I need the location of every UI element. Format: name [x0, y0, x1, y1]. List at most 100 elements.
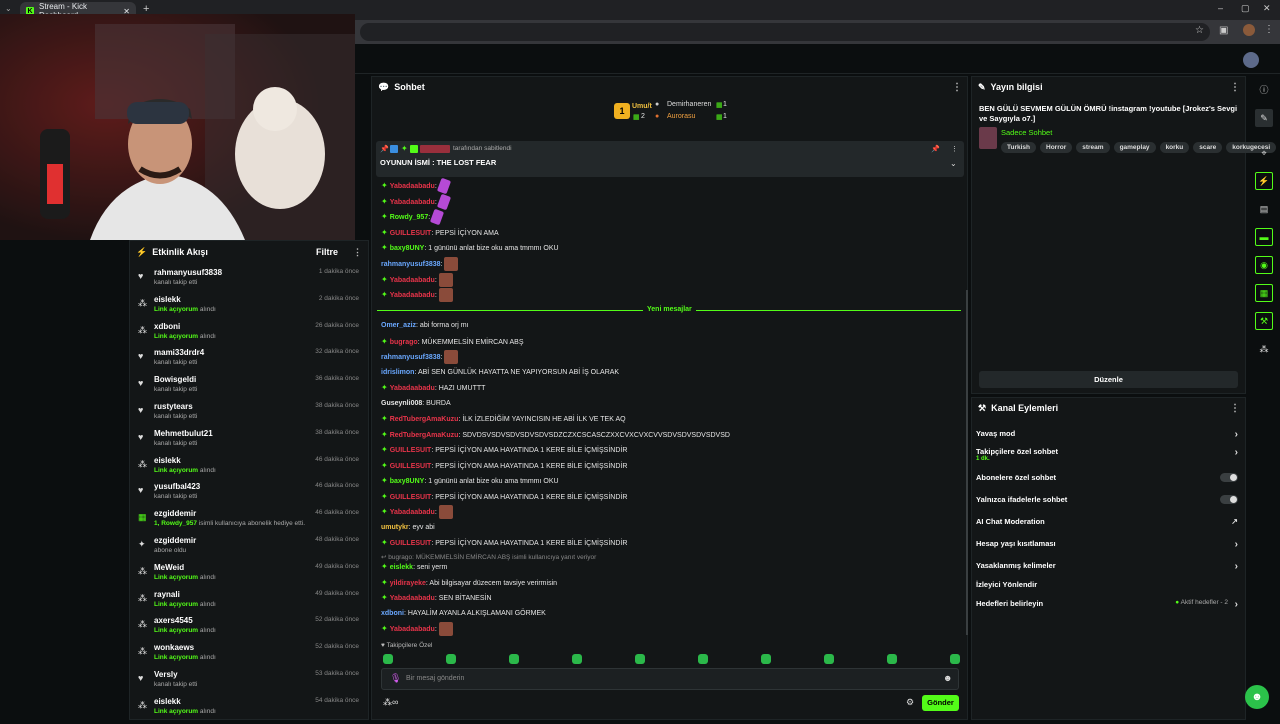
- followers-chat-row[interactable]: Takipçilere özel sohbet 1 dk. ›: [976, 447, 1242, 462]
- target-icon[interactable]: ⌖: [1257, 146, 1271, 160]
- chat-message[interactable]: ✦ Yabadaabadu:: [381, 177, 451, 195]
- activity-item[interactable]: ⁂ raynali Link açıyorum alındı 49 dakika ön…: [138, 590, 363, 617]
- activity-item[interactable]: ♥ mami33drdr4 kanalı takip etti 32 dakika …: [138, 348, 363, 375]
- activity-username[interactable]: Versly: [154, 670, 178, 679]
- activity-item[interactable]: ✦ ezgiddemir abone oldu 48 dakika önce: [138, 536, 363, 563]
- activity-username[interactable]: axers4545: [154, 616, 193, 625]
- activity-item[interactable]: ♥ Bowisgeldi kanalı takip etti 36 dakika ö…: [138, 375, 363, 402]
- activity-username[interactable]: mami33drdr4: [154, 348, 204, 357]
- activity-item[interactable]: ⁂ MeWeid Link açıyorum alındı 49 dakika önc…: [138, 563, 363, 590]
- chat-username[interactable]: RedTubergAmaKuzu: [390, 416, 459, 423]
- activity-username[interactable]: rahmanyusuf3838: [154, 268, 222, 277]
- edit-button[interactable]: Düzenle: [979, 371, 1238, 388]
- chat-username[interactable]: Yabadaabadu: [390, 277, 435, 284]
- emote-icon[interactable]: [383, 654, 393, 664]
- category-name[interactable]: Sadece Sohbet: [1001, 128, 1052, 137]
- stream-tag[interactable]: scare: [1193, 142, 1223, 153]
- slow-mode-row[interactable]: Yavaş mod ›: [976, 429, 1242, 440]
- chat-username[interactable]: yildirayeke: [390, 580, 426, 587]
- chat-username[interactable]: Guseynli008: [381, 400, 422, 407]
- chat-username[interactable]: baxy8UNY: [390, 478, 425, 485]
- chat-message[interactable]: ✦ Yabadaabadu:: [381, 505, 453, 520]
- leaderboard-first-name[interactable]: Umu/t: [632, 103, 652, 110]
- activity-item[interactable]: ♥ Versly kanalı takip etti 53 dakika önce: [138, 670, 363, 697]
- url-input[interactable]: [360, 23, 1210, 41]
- activity-more-icon[interactable]: ⋮: [353, 247, 362, 258]
- chat-username[interactable]: GUILLESUIT: [390, 230, 432, 237]
- microphone-icon[interactable]: 🎙: [390, 673, 401, 684]
- chat-message[interactable]: Omer_aziz: abi forma orj mı: [381, 319, 469, 333]
- emote-icon[interactable]: [698, 654, 708, 664]
- chat-message[interactable]: ✦ Yabadaabadu:: [381, 193, 451, 211]
- chat-username[interactable]: GUILLESUIT: [390, 494, 432, 501]
- close-window-button[interactable]: ✕: [1263, 3, 1271, 14]
- banned-words-row[interactable]: Yasaklanmış kelimeler ›: [976, 561, 1242, 572]
- channel-actions-more-icon[interactable]: ⋮: [1230, 403, 1240, 414]
- chat-username[interactable]: GUILLESUIT: [390, 540, 432, 547]
- viewer-redirect-row[interactable]: İzleyici Yönlendir: [976, 580, 1242, 589]
- emote-icon[interactable]: [887, 654, 897, 664]
- stream-tag[interactable]: Horror: [1040, 142, 1073, 153]
- chat-username[interactable]: baxy8UNY: [390, 245, 425, 252]
- emote-icon[interactable]: [509, 654, 519, 664]
- broadcast-icon[interactable]: ◉: [1255, 256, 1273, 274]
- document-icon[interactable]: ▤: [1257, 202, 1271, 216]
- pinned-message[interactable]: 📌 ✦ tarafından sabitlendi OYUNUN İSMİ : …: [376, 141, 964, 177]
- chat-message[interactable]: ✦ Yabadaabadu:: [381, 272, 453, 287]
- chat-username[interactable]: RedTubergAmaKuzu: [390, 432, 459, 439]
- chat-message[interactable]: ✦ GUILLESUIT: PEPSİ İÇİYON AMA HAYATINDA …: [381, 443, 627, 457]
- chat-message[interactable]: ✦ Yabadaabadu:: [381, 622, 453, 637]
- chat-settings-gear-icon[interactable]: ⚙: [906, 697, 914, 708]
- chat-message[interactable]: ✦ GUILLESUIT: PEPSİ İÇİYON AMA HAYATINDA …: [381, 536, 627, 550]
- chat-username[interactable]: Yabadaabadu: [390, 199, 435, 206]
- chat-message[interactable]: xdboni: HAYALİM AYANLA ALKIŞLAMANI GÖRME…: [381, 607, 546, 621]
- chat-username[interactable]: Yabadaabadu: [390, 595, 435, 602]
- chat-scrollbar[interactable]: [966, 290, 968, 635]
- chat-message[interactable]: ✦ baxy8UNY: 1 gününü anlat bize oku ama t…: [381, 241, 559, 255]
- stream-tag[interactable]: Turkish: [1001, 142, 1036, 153]
- apps-icon[interactable]: ⁂: [1257, 342, 1271, 356]
- browser-menu-icon[interactable]: ⋮: [1264, 24, 1274, 35]
- chat-username[interactable]: umutykr: [381, 524, 409, 531]
- chat-username[interactable]: GUILLESUIT: [390, 447, 432, 454]
- leaderboard-second-name[interactable]: Demirhaneren: [667, 101, 711, 108]
- chat-message[interactable]: ✦ Yabadaabadu: SEN BİTANESİN: [381, 591, 492, 605]
- chat-username[interactable]: xdboni: [381, 610, 404, 617]
- chat-message[interactable]: umutykr: eyv abi: [381, 521, 435, 535]
- activity-username[interactable]: rustytears: [154, 402, 193, 411]
- activity-item[interactable]: ⁂ eislekk Link açıyorum alındı 46 dakika ön…: [138, 456, 363, 483]
- chat-message[interactable]: ✦ Yabadaabadu:: [381, 288, 453, 303]
- stream-tag[interactable]: korku: [1159, 142, 1190, 153]
- chat-message[interactable]: ✦ RedTubergAmaKuzu: SDVDSVSDVSDVSDVSDVSDZ…: [381, 428, 730, 442]
- chat-message[interactable]: ✦ baxy8UNY: 1 gününü anlat bize oku ama t…: [381, 474, 559, 488]
- chat-username[interactable]: rahmanyusuf3838: [381, 261, 441, 268]
- activity-item[interactable]: ♥ rustytears kanalı takip etti 38 dakika ö…: [138, 402, 363, 429]
- activity-item[interactable]: ⁂ eislekk Link açıyorum alındı 2 dakika önc…: [138, 295, 363, 322]
- activity-username[interactable]: ezgiddemir: [154, 509, 196, 518]
- chat-message[interactable]: Guseynli008: BURDA: [381, 397, 451, 411]
- chat-message[interactable]: ✦ RedTubergAmaKuzu: İLK İZLEDİĞİM YAYINCI…: [381, 412, 626, 426]
- chat-username[interactable]: Rowdy_957: [390, 214, 429, 221]
- activity-username[interactable]: MeWeid: [154, 563, 184, 572]
- activity-item[interactable]: ♥ rahmanyusuf3838 kanalı takip etti 1 daki…: [138, 268, 363, 295]
- activity-username[interactable]: eislekk: [154, 295, 181, 304]
- extensions-icon[interactable]: ▣: [1219, 25, 1228, 36]
- chat-message[interactable]: rahmanyusuf3838:: [381, 257, 459, 271]
- points-icon[interactable]: ⁂∞: [383, 697, 398, 708]
- emote-icon[interactable]: [761, 654, 771, 664]
- activity-username[interactable]: Bowisgeldi: [154, 375, 196, 384]
- lightning-icon[interactable]: ⚡: [1255, 172, 1273, 190]
- user-avatar[interactable]: [1243, 52, 1259, 68]
- activity-item[interactable]: ▦ ezgiddemir 1, Rowdy_957 isimli kullanıcı…: [138, 509, 363, 536]
- activity-item[interactable]: ⁂ wonkaews Link açıyorum alındı 52 dakika ö…: [138, 643, 363, 670]
- activity-username[interactable]: raynali: [154, 590, 180, 599]
- chat-username[interactable]: Yabadaabadu: [390, 509, 435, 516]
- leaderboard-third-name[interactable]: Aurorasu: [667, 113, 695, 120]
- activity-item[interactable]: ♥ yusufbal423 kanalı takip etti 46 dakika …: [138, 482, 363, 509]
- activity-item[interactable]: ⁂ axers4545 Link açıyorum alındı 52 dakika …: [138, 616, 363, 643]
- activity-username[interactable]: xdboni: [154, 322, 180, 331]
- activity-username[interactable]: ezgiddemir: [154, 536, 196, 545]
- tools-icon[interactable]: ⚒: [1255, 312, 1273, 330]
- maximize-button[interactable]: ▢: [1241, 3, 1250, 14]
- chat-icon[interactable]: ▬: [1255, 228, 1273, 246]
